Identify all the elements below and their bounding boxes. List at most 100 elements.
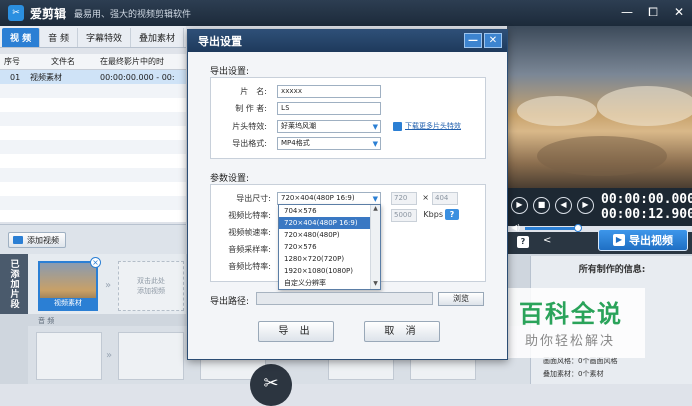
arrow-icon: » — [106, 350, 113, 361]
info-line: 叠加素材：0个素材 — [543, 370, 604, 378]
dialog-minimize-button[interactable]: — — [464, 33, 482, 48]
stop-button[interactable]: ■ — [533, 197, 550, 214]
add-video-bar: 添加视频 — [0, 224, 186, 254]
download-icon — [393, 122, 402, 131]
list-item[interactable]: 720×576 — [279, 241, 371, 253]
close-button[interactable]: ✕ — [672, 5, 686, 20]
video-list-header: 序号 文件名 在最终影片中的时 — [0, 54, 186, 70]
intro-effect-value: 好莱坞风潮 — [281, 122, 316, 130]
added-clips-tab[interactable]: 已添加片段 — [0, 254, 28, 314]
audio-bitrate-label: 音频比特率: — [228, 262, 271, 271]
format-select[interactable]: MP4格式 ▼ — [277, 137, 381, 150]
intro-effect-label: 片头特效: — [232, 122, 267, 131]
params-section-label: 参数设置: — [210, 174, 250, 184]
tab-video[interactable]: 视 频 — [2, 28, 41, 47]
scissors-icon[interactable]: ✂ — [250, 364, 292, 406]
preview-cloud — [537, 136, 667, 176]
play-button[interactable]: ▶ — [511, 197, 528, 214]
watermark: 百科全说 助你轻松解决 — [505, 288, 645, 358]
info-title: 所有制作的信息: — [578, 265, 646, 275]
volume-track — [525, 227, 578, 230]
next-frame-button[interactable]: ▶ — [577, 197, 594, 214]
add-video-label: 添加视频 — [27, 235, 59, 245]
export-icon: ▶ — [613, 234, 625, 246]
help-icon[interactable]: ? — [517, 236, 529, 248]
dialog-close-button[interactable]: ✕ — [484, 33, 502, 48]
maximize-button[interactable]: ⧠ — [646, 5, 660, 20]
export-video-button[interactable]: ▶ 导出视频 — [598, 229, 688, 251]
cancel-button[interactable]: 取 消 — [364, 321, 440, 342]
bitrate-input[interactable]: 5000 — [391, 209, 417, 222]
list-item[interactable]: 1280×720(720P) — [279, 253, 371, 265]
list-item[interactable]: 自定义分辨率 — [279, 277, 371, 289]
add-video-placeholder[interactable]: 双击此处 添加视频 — [118, 261, 184, 311]
format-value: MP4格式 — [281, 139, 310, 147]
column-header-filename: 文件名 — [51, 57, 75, 66]
size-value: 720×404(480P 16:9) — [281, 194, 355, 202]
download-more-intro-link[interactable]: 下载更多片头特效 — [405, 121, 461, 131]
audio-slot[interactable] — [118, 332, 184, 380]
export-video-label: 导出视频 — [629, 234, 673, 247]
video-list: 01 视频素材 00:00:00.000 - 00: — [0, 70, 186, 222]
help-icon[interactable]: ? — [445, 209, 459, 220]
table-row[interactable]: 01 视频素材 00:00:00.000 - 00: — [0, 70, 186, 84]
format-label: 导出格式: — [232, 139, 267, 148]
column-header-index: 序号 — [4, 57, 20, 66]
height-input[interactable]: 404 — [432, 192, 458, 205]
intro-effect-select[interactable]: 好莱坞风潮 ▼ — [277, 120, 381, 133]
list-item[interactable]: 720×404(480P 16:9) — [279, 217, 371, 229]
audio-sample-label: 音频采样率: — [228, 245, 271, 254]
volume-icon: ◀) — [511, 223, 521, 232]
export-button[interactable]: 导 出 — [258, 321, 334, 342]
list-item[interactable]: 1920×1080(1080P) — [279, 265, 371, 277]
scroll-up-icon[interactable]: ▲ — [371, 205, 380, 214]
share-icon[interactable]: < — [543, 235, 551, 246]
title-bar: ✂ 爱剪辑 最易用、强大的视频剪辑软件 — ⧠ ✕ — [0, 0, 692, 26]
app-slogan: 最易用、强大的视频剪辑软件 — [74, 9, 192, 20]
author-input[interactable]: LS — [277, 102, 381, 115]
dropdown-scrollbar[interactable]: ▲ ▼ — [370, 205, 380, 289]
main-tabs: 视 频 音 频 字幕特效 叠加素材 — [0, 26, 186, 48]
preview-cloud — [517, 96, 597, 126]
film-icon — [13, 236, 23, 244]
remove-clip-icon[interactable]: × — [90, 257, 101, 268]
minimize-button[interactable]: — — [620, 5, 634, 20]
column-header-time: 在最终影片中的时 — [100, 57, 164, 66]
row-index: 01 — [10, 72, 21, 82]
title-label: 片 名: — [240, 87, 267, 96]
list-item[interactable]: 720×480(480P) — [279, 229, 371, 241]
dialog-title: 导出设置 — [198, 35, 242, 48]
audio-slot[interactable] — [36, 332, 102, 380]
add-video-button[interactable]: 添加视频 — [8, 232, 66, 248]
tab-audio[interactable]: 音 频 — [40, 28, 79, 47]
tab-subtitle-effects[interactable]: 字幕特效 — [78, 28, 132, 47]
export-section-box: 片 名: xxxxx 制 作 者: LS 片头特效: 好莱坞风潮 ▼ 下载更多片… — [210, 77, 486, 159]
title-input[interactable]: xxxxx — [277, 85, 381, 98]
tab-overlay[interactable]: 叠加素材 — [131, 28, 185, 47]
app-name: 爱剪辑 — [30, 6, 67, 21]
export-path-input[interactable] — [256, 292, 433, 305]
previous-frame-button[interactable]: ◀ — [555, 197, 572, 214]
watermark-sub: 助你轻松解决 — [525, 334, 616, 349]
times-sign: × — [422, 193, 429, 202]
export-section-label: 导出设置: — [210, 67, 250, 77]
author-label: 制 作 者: — [235, 104, 267, 113]
total-time: 00:00:12.900 — [601, 207, 692, 222]
volume-knob[interactable] — [574, 224, 582, 232]
bitrate-unit: Kbps — [423, 210, 443, 219]
window-controls: — ⧠ ✕ — [620, 5, 686, 20]
chevron-down-icon: ▼ — [372, 123, 378, 131]
app-logo-icon: ✂ — [8, 5, 24, 21]
chevron-down-icon: ▼ — [372, 140, 378, 148]
row-filename: 视频素材 — [30, 72, 62, 82]
video-preview — [507, 26, 692, 188]
browse-button[interactable]: 浏览 — [438, 292, 484, 306]
row-time: 00:00:00.000 - 00: — [100, 72, 175, 82]
export-settings-dialog: 导出设置 — ✕ 导出设置: 片 名: xxxxx 制 作 者: LS 片头特效… — [187, 29, 508, 360]
video-clip[interactable]: 视频素材 × — [38, 257, 101, 311]
width-input[interactable]: 720 — [391, 192, 417, 205]
volume-slider[interactable]: ◀) — [507, 223, 597, 232]
dialog-title-bar: 导出设置 — ✕ — [188, 30, 507, 52]
scroll-down-icon[interactable]: ▼ — [371, 280, 380, 289]
list-item[interactable]: 704×576 — [279, 205, 371, 217]
